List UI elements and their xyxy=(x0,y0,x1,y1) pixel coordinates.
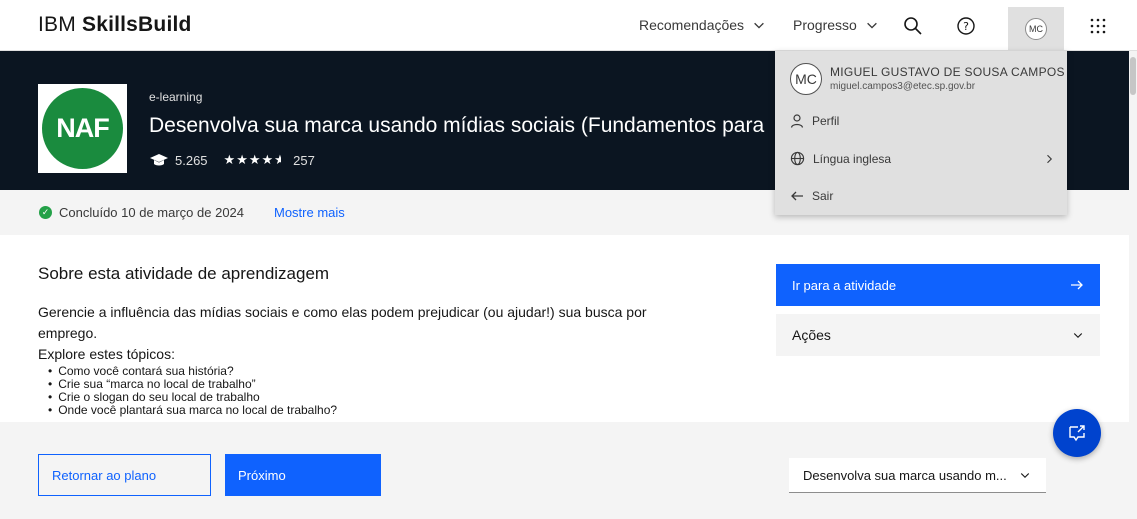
scrollbar-thumb[interactable] xyxy=(1130,57,1136,95)
brand-prefix: IBM xyxy=(38,13,76,36)
help-button[interactable]: ? xyxy=(948,9,984,43)
menu-item-logout[interactable]: Sair xyxy=(790,189,1055,203)
user-menu-button[interactable]: MC xyxy=(1008,7,1064,51)
course-stats: 5.265 ★★★★★ 257 xyxy=(149,152,315,168)
user-icon xyxy=(790,114,804,128)
page-scrollbar[interactable] xyxy=(1129,51,1137,519)
activity-select[interactable]: Desenvolva sua marca usando m... xyxy=(789,458,1046,493)
show-more-link[interactable]: Mostre mais xyxy=(274,205,345,220)
user-email: miguel.campos3@etec.sp.gov.br xyxy=(830,81,976,92)
app-switcher-button[interactable] xyxy=(1080,9,1116,43)
activity-select-value: Desenvolva sua marca usando m... xyxy=(803,467,1007,483)
chevron-down-icon xyxy=(754,22,764,29)
user-info: MC MIGUEL GUSTAVO DE SOUSA CAMPOS miguel… xyxy=(790,63,1065,95)
footer-bar: Retornar ao plano Próximo Desenvolva sua… xyxy=(0,422,1137,519)
go-to-activity-label: Ir para a atividade xyxy=(792,277,897,293)
brand-name: SkillsBuild xyxy=(81,13,192,36)
menu-item-profile[interactable]: Perfil xyxy=(790,114,1055,128)
half-star-icon: ★ xyxy=(274,152,282,167)
menu-item-label: Perfil xyxy=(812,114,840,128)
brand-logo[interactable]: IBM SkillsBuild xyxy=(38,13,192,37)
explore-heading: Explore estes tópicos: xyxy=(38,346,175,362)
nav-recommendations-label: Recomendações xyxy=(639,17,745,33)
search-icon xyxy=(904,17,922,35)
menu-item-label: Sair xyxy=(812,189,834,203)
globe-icon xyxy=(790,151,805,166)
back-to-plan-button[interactable]: Retornar ao plano xyxy=(38,454,211,496)
page-title: Desenvolva sua marca usando mídias socia… xyxy=(149,114,765,137)
nav-progress[interactable]: Progresso xyxy=(793,17,879,33)
grid-icon xyxy=(1090,18,1106,34)
go-to-activity-button[interactable]: Ir para a atividade xyxy=(776,264,1100,306)
learner-count: 5.265 xyxy=(175,152,208,168)
chevron-down-icon xyxy=(1073,333,1083,339)
topics-list: Como você contará sua história? Crie sua… xyxy=(48,365,337,417)
menu-item-language[interactable]: Língua inglesa xyxy=(790,151,1055,166)
menu-item-label: Língua inglesa xyxy=(813,151,892,166)
course-kind: e-learning xyxy=(149,90,203,104)
help-icon: ? xyxy=(957,17,975,35)
arrow-left-icon xyxy=(791,191,803,201)
avatar: MC xyxy=(1025,18,1047,40)
chevron-down-icon xyxy=(866,22,877,29)
chevron-right-icon xyxy=(1047,154,1053,163)
avatar: MC xyxy=(790,63,822,95)
arrow-right-icon xyxy=(1071,280,1083,290)
rating-count: 257 xyxy=(293,152,315,168)
search-button[interactable] xyxy=(895,9,931,43)
chevron-down-icon xyxy=(1020,473,1029,479)
actions-accordion[interactable]: Ações xyxy=(776,314,1100,356)
check-circle-icon: ✓ xyxy=(39,206,52,219)
section-title: Sobre esta atividade de aprendizagem xyxy=(38,264,330,283)
svg-text:?: ? xyxy=(963,20,969,33)
graduation-cap-icon xyxy=(150,154,168,166)
completion-status: Concluído 10 de março de 2024 xyxy=(59,205,245,220)
naf-logo-icon: NAF xyxy=(42,88,123,169)
nav-progress-label: Progresso xyxy=(793,17,857,33)
nav-recommendations[interactable]: Recomendações xyxy=(639,17,766,33)
user-dropdown-menu: MC MIGUEL GUSTAVO DE SOUSA CAMPOS miguel… xyxy=(775,51,1067,215)
course-logo: NAF xyxy=(38,84,127,173)
next-button[interactable]: Próximo xyxy=(225,454,381,496)
list-item: Onde você plantará sua marca no local de… xyxy=(48,404,337,417)
user-name: MIGUEL GUSTAVO DE SOUSA CAMPOS xyxy=(830,65,1065,79)
top-header: IBM SkillsBuild Recomendações Progresso … xyxy=(0,0,1137,51)
rating-stars: ★★★★★ xyxy=(224,152,282,168)
chat-button[interactable] xyxy=(1053,409,1101,457)
activity-description: Gerencie a influência das mídias sociais… xyxy=(38,304,647,341)
chat-launch-icon xyxy=(1069,425,1085,442)
actions-label: Ações xyxy=(792,327,831,343)
star-rating-icon: ★★★★ xyxy=(223,152,275,167)
